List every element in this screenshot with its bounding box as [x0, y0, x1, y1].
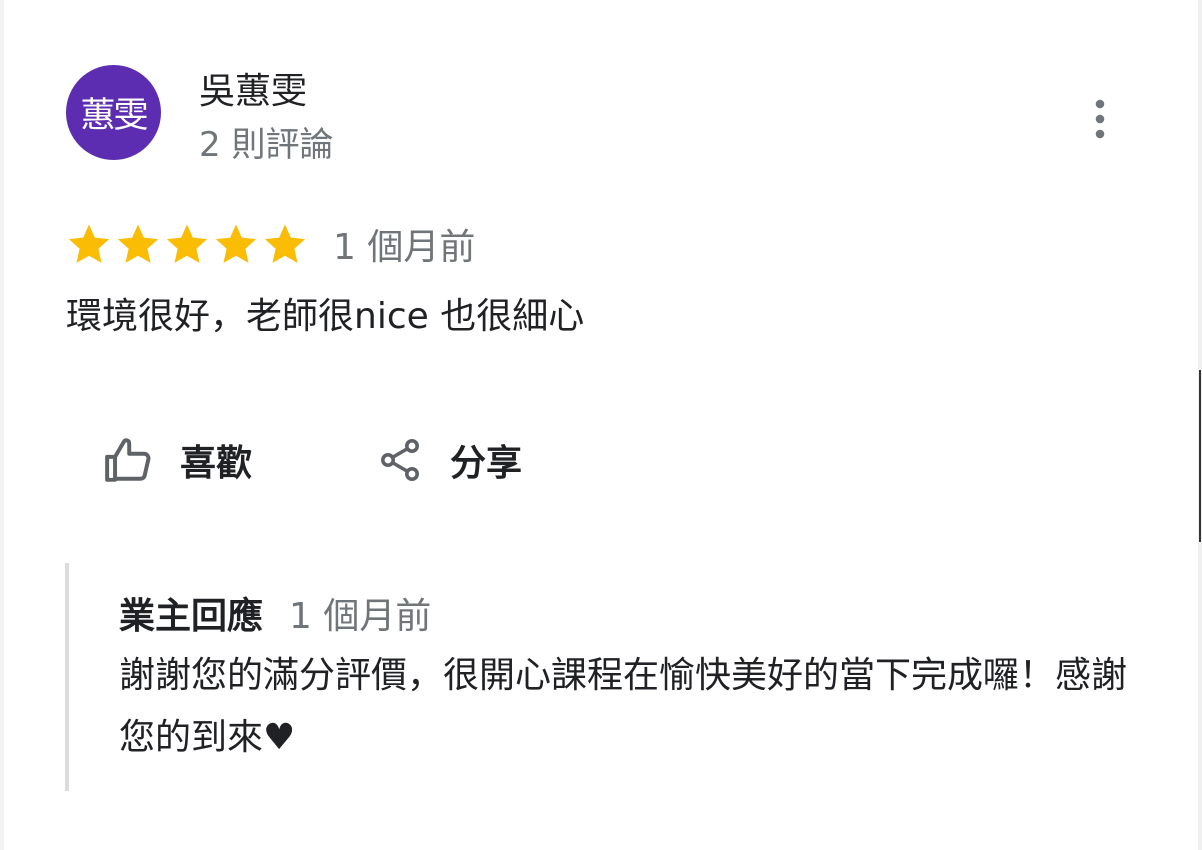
owner-reply-label: 業主回應 [119, 596, 264, 637]
owner-reply-divider [65, 563, 69, 791]
share-icon [381, 439, 419, 481]
scrollbar[interactable] [1198, 0, 1202, 850]
star-icon [264, 224, 306, 263]
review-time: 1 個月前 [333, 227, 476, 268]
star-icon [215, 224, 257, 263]
owner-reply-header: 業主回應 1 個月前 [119, 588, 431, 638]
like-label: 喜歡 [180, 443, 253, 484]
share-label: 分享 [450, 443, 523, 484]
scrollbar-thumb[interactable] [1199, 370, 1201, 542]
more-vert-icon [1095, 99, 1105, 139]
star-rating [66, 221, 308, 267]
reviewer-review-count[interactable]: 2 則評論 [199, 123, 333, 167]
left-edge-divider [0, 0, 4, 850]
owner-reply-text: 謝謝您的滿分評價，很開心課程在愉快美好的當下完成囉！感謝您的到來♥ [119, 655, 1128, 758]
avatar-initials: 蕙雯 [80, 96, 148, 136]
star-icon [117, 224, 159, 263]
review-text: 環境很好，老師很nice 也很細心 [66, 296, 585, 337]
share-button[interactable]: 分享 [376, 430, 522, 490]
owner-reply-time: 1 個月前 [289, 596, 432, 637]
rating-row: 1 個月前 [66, 218, 475, 270]
avatar[interactable]: 蕙雯 [66, 65, 161, 160]
review-card: 蕙雯 吳蕙雯 2 則評論 1 個月前 環境很好，老師很nice 也很細心 喜歡 … [0, 0, 1202, 850]
like-button[interactable]: 喜歡 [104, 430, 252, 490]
thumbs-up-icon [105, 438, 151, 482]
star-icon [68, 224, 110, 263]
reviewer-name[interactable]: 吳蕙雯 [199, 70, 307, 114]
star-icon [166, 224, 208, 263]
more-options-button[interactable] [1080, 95, 1120, 143]
